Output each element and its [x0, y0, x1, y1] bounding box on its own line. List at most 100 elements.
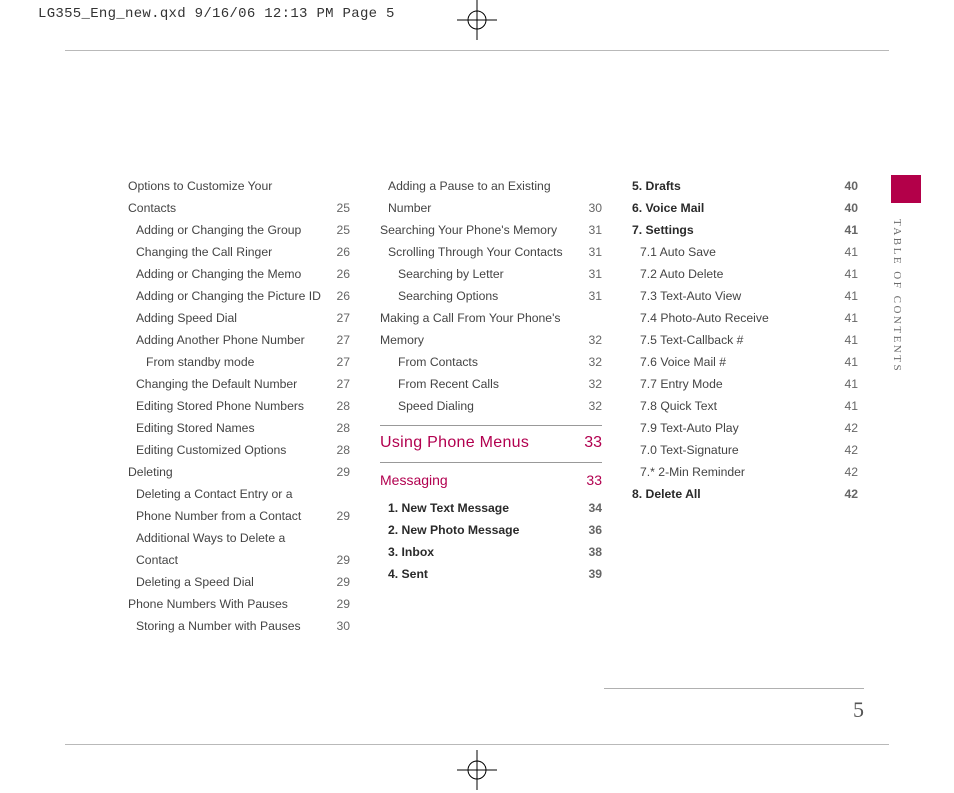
toc-entry-page: 32 [580, 373, 602, 395]
toc-entry-page: 26 [328, 263, 350, 285]
toc-entry-page: 27 [328, 329, 350, 351]
toc-entry: Deleting a Speed Dial29 [128, 571, 350, 593]
toc-entry-page: 40 [836, 175, 858, 197]
toc-entry-title: From standby mode [146, 351, 328, 373]
toc-entry-title: Editing Stored Phone Numbers [136, 395, 328, 417]
toc-entry: From Contacts32 [380, 351, 602, 373]
toc-entry-page: 41 [836, 373, 858, 395]
toc-entry-title: Searching by Letter [398, 263, 580, 285]
toc-entry: Adding or Changing the Picture ID26 [128, 285, 350, 307]
toc-entry: Deleting29 [128, 461, 350, 483]
toc-entry-title: 3. Inbox [388, 541, 580, 563]
toc-entry: 7. Settings41 [632, 219, 858, 241]
toc-entry: 7.1 Auto Save41 [632, 241, 858, 263]
toc-entry: Scrolling Through Your Contacts31 [380, 241, 602, 263]
side-rail-tab [891, 175, 921, 203]
toc-entry-title: 2. New Photo Message [388, 519, 580, 541]
toc-entry-page: 41 [836, 351, 858, 373]
toc-entry-title: Making a Call From Your Phone's Memory [380, 307, 580, 351]
toc-entry-title: Changing the Default Number [136, 373, 328, 395]
toc-entry: Storing a Number with Pauses30 [128, 615, 350, 637]
toc-entry: 7.3 Text-Auto View41 [632, 285, 858, 307]
toc-entry: Changing the Call Ringer26 [128, 241, 350, 263]
toc-entry-page: 41 [836, 395, 858, 417]
toc-entry-page: 42 [836, 483, 858, 505]
toc-section-title: Using Phone Menus [380, 432, 529, 454]
page-number: 5 [853, 697, 864, 723]
toc-entry: Adding Speed Dial27 [128, 307, 350, 329]
toc-subsection-title: Messaging [380, 469, 448, 491]
toc-entry-page: 27 [328, 351, 350, 373]
toc-entry-title: Searching Your Phone's Memory [380, 219, 580, 241]
toc-entry-title: 7.3 Text-Auto View [640, 285, 836, 307]
toc-entry-title: Adding Another Phone Number [136, 329, 328, 351]
toc-entry: Searching Your Phone's Memory31 [380, 219, 602, 241]
toc-entry-title: Speed Dialing [398, 395, 580, 417]
print-slug: LG355_Eng_new.qxd 9/16/06 12:13 PM Page … [38, 6, 395, 22]
toc-entry-title: Scrolling Through Your Contacts [388, 241, 580, 263]
toc-entry: Adding Another Phone Number27 [128, 329, 350, 351]
toc-entry-page: 30 [328, 615, 350, 637]
toc-entry-title: 7.7 Entry Mode [640, 373, 836, 395]
toc-entry: From standby mode27 [128, 351, 350, 373]
toc-subsection-page: 33 [586, 469, 602, 491]
toc-entry-page: 36 [580, 519, 602, 541]
toc-entry: 7.* 2-Min Reminder42 [632, 461, 858, 483]
crop-line-bottom [65, 744, 889, 745]
toc-entry: 5. Drafts40 [632, 175, 858, 197]
toc-entry: 7.4 Photo-Auto Receive41 [632, 307, 858, 329]
toc-entry: 8. Delete All42 [632, 483, 858, 505]
toc-entry-page: 41 [836, 329, 858, 351]
toc-entry: Adding or Changing the Group25 [128, 219, 350, 241]
divider [380, 425, 602, 426]
toc-entry-title: Editing Stored Names [136, 417, 328, 439]
toc-entry-title: Deleting [128, 461, 328, 483]
toc-entry-page: 25 [328, 197, 350, 219]
toc-entry-title: Options to Customize Your Contacts [128, 175, 328, 219]
toc-entry: Phone Numbers With Pauses29 [128, 593, 350, 615]
toc-entry-title: Additional Ways to Delete a Contact [136, 527, 328, 571]
toc-entry-title: Changing the Call Ringer [136, 241, 328, 263]
side-rail: TABLE OF CONTENTS [891, 175, 921, 373]
toc-entry: Options to Customize Your Contacts25 [128, 175, 350, 219]
toc-entry-page: 38 [580, 541, 602, 563]
toc-entry-title: 7.6 Voice Mail # [640, 351, 836, 373]
toc-entry: 1. New Text Message34 [380, 497, 602, 519]
divider [380, 462, 602, 463]
toc-entry-page: 27 [328, 307, 350, 329]
toc-entry-title: Adding or Changing the Group [136, 219, 328, 241]
toc-entry: 7.0 Text-Signature42 [632, 439, 858, 461]
toc-entry: 7.5 Text-Callback #41 [632, 329, 858, 351]
toc-entry: 6. Voice Mail40 [632, 197, 858, 219]
toc-section-page: 33 [584, 432, 602, 454]
toc-entry-title: 7.* 2-Min Reminder [640, 461, 836, 483]
toc-entry-page: 41 [836, 219, 858, 241]
toc-entry-title: Storing a Number with Pauses [136, 615, 328, 637]
toc-entry: Editing Customized Options28 [128, 439, 350, 461]
toc-entry: 3. Inbox38 [380, 541, 602, 563]
toc-entry-page: 31 [580, 285, 602, 307]
toc-entry-page: 29 [328, 461, 350, 483]
toc-entry-title: Deleting a Speed Dial [136, 571, 328, 593]
toc-entry: 4. Sent39 [380, 563, 602, 585]
toc-entry-page: 42 [836, 417, 858, 439]
toc-entry-page: 31 [580, 263, 602, 285]
toc-entry-page: 34 [580, 497, 602, 519]
toc-entry: Searching Options31 [380, 285, 602, 307]
toc-entry-page: 31 [580, 241, 602, 263]
toc-subsection: Messaging 33 [380, 469, 602, 491]
toc-entry-page: 41 [836, 263, 858, 285]
page-number-rule [604, 688, 864, 689]
toc-entry-title: 8. Delete All [632, 483, 836, 505]
toc-entry-page: 39 [580, 563, 602, 585]
toc-entry-title: Searching Options [398, 285, 580, 307]
toc-entry-page: 28 [328, 439, 350, 461]
toc-entry: 7.6 Voice Mail #41 [632, 351, 858, 373]
toc-entry-title: 7.0 Text-Signature [640, 439, 836, 461]
toc-entry-page: 29 [328, 505, 350, 527]
toc-entry-page: 25 [328, 219, 350, 241]
toc-section: Using Phone Menus 33 [380, 432, 602, 454]
toc-entry-page: 32 [580, 351, 602, 373]
toc-entry: 7.7 Entry Mode41 [632, 373, 858, 395]
toc-entry: 7.9 Text-Auto Play42 [632, 417, 858, 439]
